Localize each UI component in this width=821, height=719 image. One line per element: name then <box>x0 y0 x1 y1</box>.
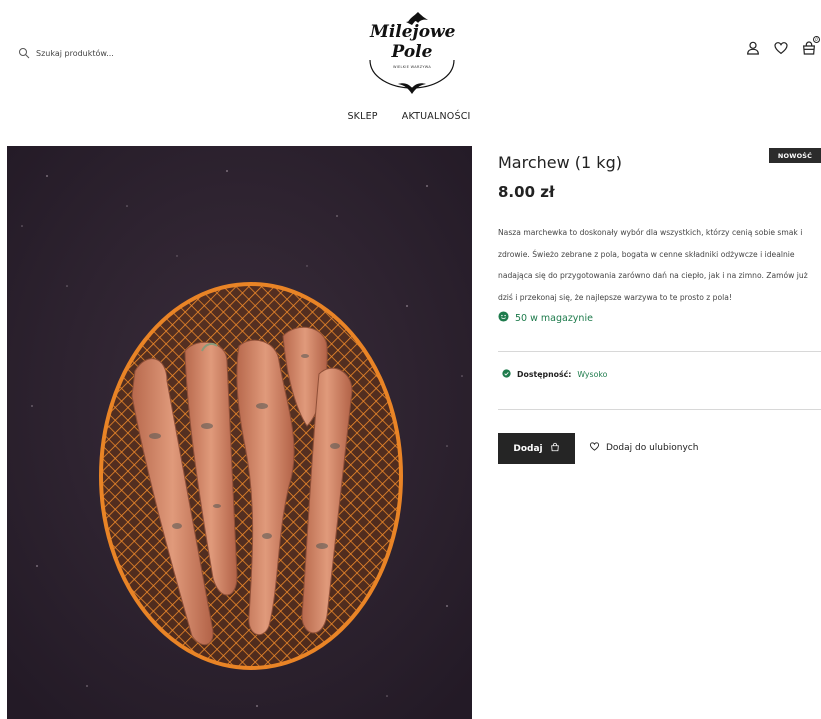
wishlist-label: Dodaj do ulubionych <box>606 443 699 453</box>
heart-icon[interactable] <box>773 40 789 56</box>
bag-icon <box>550 442 560 455</box>
divider <box>498 351 821 352</box>
logo-text-line1: Milejowe <box>370 22 456 42</box>
availability-row: Dostępność: Wysoko <box>502 369 607 380</box>
user-icon[interactable] <box>745 40 761 56</box>
add-to-wishlist-button[interactable]: Dodaj do ulubionych <box>589 441 698 455</box>
stock-text: 50 w magazynie <box>515 312 593 324</box>
heart-icon <box>589 441 600 455</box>
nav-item-aktualnosci[interactable]: AKTUALNOŚCI <box>402 111 471 122</box>
add-to-cart-label: Dodaj <box>513 443 543 454</box>
product-price: 8.00 zł <box>498 183 555 201</box>
smiley-icon <box>498 311 509 325</box>
nav-item-sklep[interactable]: SKLEP <box>347 111 377 122</box>
search-input[interactable] <box>36 49 146 58</box>
logo-tagline: WIELKIE WARZYWA <box>392 65 432 69</box>
header-actions: 0 <box>745 36 820 56</box>
product-title: Marchew (1 kg) <box>498 153 622 172</box>
stock-status: 50 w magazynie <box>498 311 593 325</box>
search-icon[interactable] <box>18 44 30 63</box>
product-description: Nasza marchewka to doskonały wybór dla w… <box>498 228 808 302</box>
add-to-cart-button[interactable]: Dodaj <box>498 433 575 464</box>
cart-icon[interactable]: 0 <box>801 36 820 56</box>
cart-count-badge: 0 <box>813 36 820 43</box>
divider <box>498 409 821 410</box>
availability-label: Dostępność: <box>517 370 572 379</box>
new-badge: NOWOŚĆ <box>769 148 821 163</box>
search-bar[interactable] <box>18 44 146 63</box>
logo-text-line2: Pole <box>391 42 433 62</box>
product-image[interactable] <box>7 146 472 719</box>
availability-value: Wysoko <box>577 370 608 379</box>
main-nav: SKLEP AKTUALNOŚCI <box>0 111 821 122</box>
check-circle-icon <box>502 369 511 380</box>
